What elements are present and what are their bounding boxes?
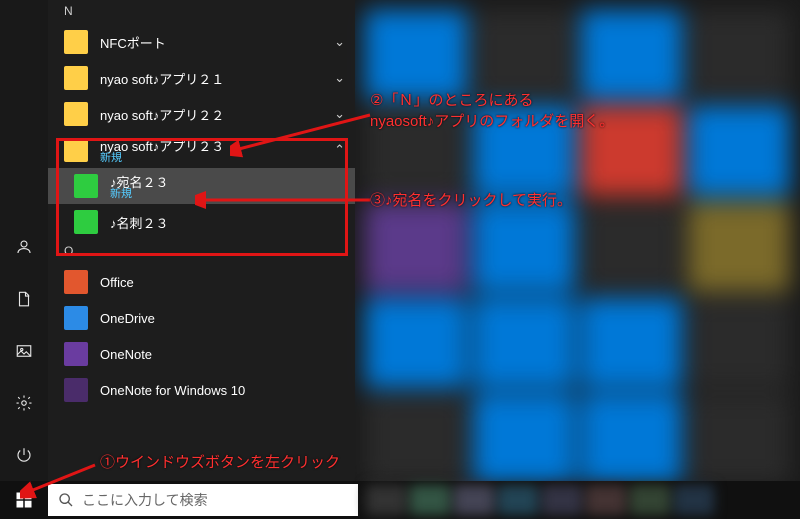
office-icon [64, 270, 88, 294]
search-icon [58, 492, 74, 508]
app-nyaosoft-21[interactable]: nyao soft♪アプリ２１ ⌄ [48, 60, 355, 96]
folder-icon [64, 138, 88, 162]
taskbar: ここに入力して検索 [0, 481, 800, 519]
section-header-n: N [48, 0, 355, 24]
power-icon[interactable] [0, 435, 48, 475]
chevron-down-icon: ⌄ [334, 34, 345, 50]
user-icon[interactable] [0, 227, 48, 267]
app-icon [74, 210, 98, 234]
search-placeholder: ここに入力して検索 [82, 490, 208, 510]
section-header-o: O [48, 240, 355, 264]
settings-icon[interactable] [0, 383, 48, 423]
onenote-icon [64, 378, 88, 402]
app-nyaosoft-23[interactable]: nyao soft♪アプリ２３ 新規 ⌃ [48, 132, 355, 168]
folder-icon [64, 66, 88, 90]
start-app-list: N NFCポート ⌄ nyao soft♪アプリ２１ ⌄ nyao soft♪ア… [48, 0, 355, 481]
app-onedrive[interactable]: OneDrive [48, 300, 355, 336]
app-icon [74, 174, 98, 198]
chevron-up-icon: ⌃ [334, 142, 345, 158]
pictures-icon[interactable] [0, 331, 48, 371]
start-button[interactable] [0, 481, 48, 519]
chevron-down-icon: ⌄ [334, 106, 345, 122]
onenote-icon [64, 342, 88, 366]
app-nyaosoft-22[interactable]: nyao soft♪アプリ２２ ⌄ [48, 96, 355, 132]
app-atena-23[interactable]: ♪宛名２３ 新規 [48, 168, 355, 204]
nyaosoft-23-expanded: ♪宛名２３ 新規 ♪名刺２３ [48, 168, 355, 240]
documents-icon[interactable] [0, 279, 48, 319]
folder-icon [64, 30, 88, 54]
app-office[interactable]: Office [48, 264, 355, 300]
chevron-down-icon: ⌄ [334, 70, 345, 86]
start-rail [0, 0, 48, 481]
folder-icon [64, 102, 88, 126]
desktop-tiles-blurred [355, 0, 800, 481]
taskbar-pinned-blurred [366, 485, 714, 515]
app-nfc-port[interactable]: NFCポート ⌄ [48, 24, 355, 60]
onedrive-icon [64, 306, 88, 330]
taskbar-search[interactable]: ここに入力して検索 [48, 484, 358, 516]
app-onenote[interactable]: OneNote [48, 336, 355, 372]
app-onenote-win10[interactable]: OneNote for Windows 10 [48, 372, 355, 408]
app-meishi-23[interactable]: ♪名刺２３ [48, 204, 355, 240]
new-badge: 新規 [110, 189, 345, 200]
new-badge: 新規 [100, 153, 322, 164]
